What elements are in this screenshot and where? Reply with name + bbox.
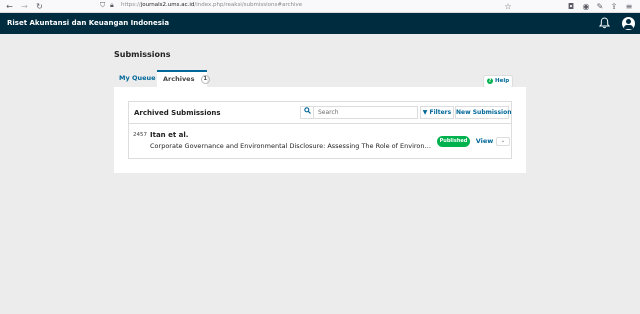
share-icon[interactable]: ⇪ [609,1,619,12]
pocket-icon[interactable]: ◘ [566,1,576,12]
chevron-down-icon[interactable]: ⌄ [496,137,510,146]
back-arrow-icon[interactable]: ← [4,1,15,12]
site-title[interactable]: Riset Akuntansi dan Keuangan Indonesia [7,19,169,27]
reload-icon[interactable]: ↻ [34,1,45,12]
browser-toolbar: ← → ↻ ⛉ 🔒︎ https://journals2.ums.ac.id/i… [0,0,640,13]
bookmark-star-icon[interactable]: ☆ [503,1,513,12]
submission-author: Itan et al. [150,131,189,139]
forward-arrow-icon[interactable]: → [19,1,30,12]
shield-icon[interactable]: ⛉ [100,1,105,10]
url-path: /index.php/reaksi/submissions#archive [194,2,303,8]
url-host: journals2.ums.ac.id [140,2,195,8]
tab-archives-label: Archives [163,75,195,83]
view-button[interactable]: View [474,136,495,147]
bell-icon[interactable] [598,17,611,30]
filters-label: Filters [429,109,452,116]
address-bar[interactable]: https://journals2.ums.ac.id/index.php/re… [121,2,302,8]
help-button[interactable]: ? Help [484,76,512,87]
lock-icon[interactable]: 🔒︎ [110,1,114,10]
tab-my-queue-label: My Queue [119,74,156,82]
archives-count-badge: 1 [200,74,210,84]
menu-icon[interactable]: ≡ [624,1,634,12]
new-submission-button[interactable]: New Submission [455,106,512,119]
search-input[interactable] [314,106,418,119]
submission-title: Corporate Governance and Environmental D… [150,142,432,150]
help-label: Help [495,78,510,84]
tab-archives[interactable]: Archives 1 [157,70,210,87]
search-icon[interactable] [300,106,314,119]
status-badge: Published [437,136,470,147]
page-title: Submissions [114,50,171,59]
help-icon: ? [487,77,493,84]
list-title: Archived Submissions [134,109,221,117]
account-icon[interactable]: ◉ [581,1,591,12]
submission-id: 2457 [133,132,147,138]
filter-icon: ▼ [422,109,428,116]
user-avatar-icon[interactable] [622,17,635,30]
app-header: Riset Akuntansi dan Keuangan Indonesia [0,13,640,34]
url-prefix: https:// [121,2,141,8]
search-icon-svg [303,107,311,114]
bell-icon-svg [598,17,611,29]
tab-my-queue[interactable]: My Queue [114,70,156,87]
extension-icon[interactable]: ✎ [595,1,605,12]
filters-button[interactable]: ▼ Filters [420,106,454,119]
